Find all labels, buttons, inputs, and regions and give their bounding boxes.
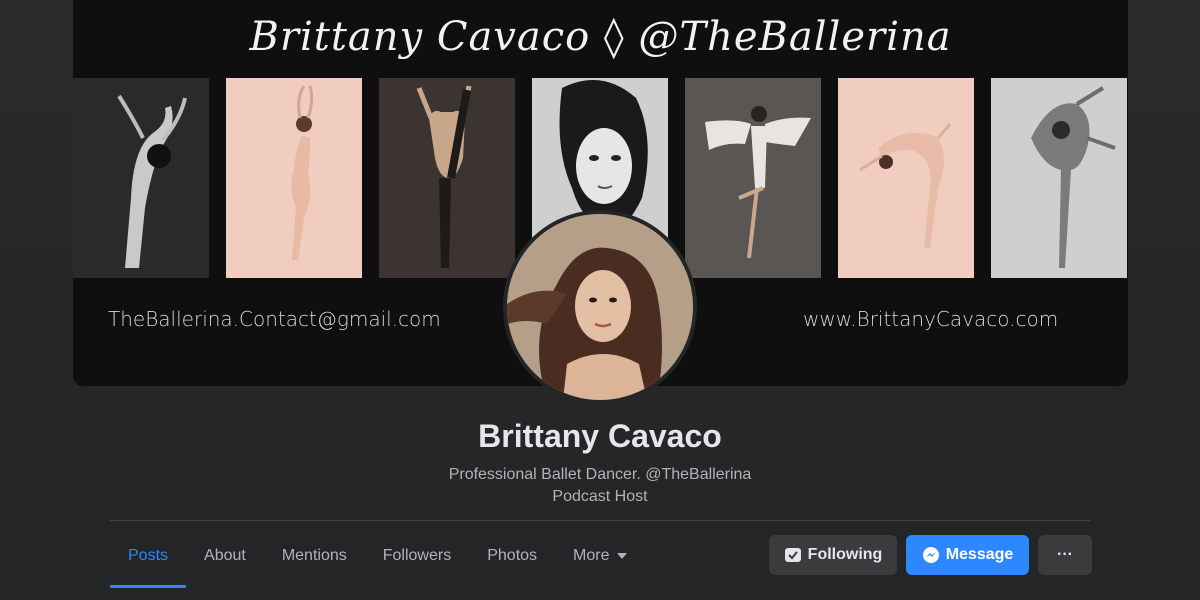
bio-line-2: Podcast Host bbox=[552, 488, 648, 505]
chevron-down-icon bbox=[617, 553, 628, 559]
divider bbox=[110, 520, 1090, 521]
profile-picture bbox=[507, 214, 693, 400]
tab-posts[interactable]: Posts bbox=[110, 530, 187, 588]
tab-about[interactable]: About bbox=[186, 530, 264, 582]
tab-mentions-label: Mentions bbox=[281, 547, 347, 564]
cover-dancer-photo-7 bbox=[991, 78, 1127, 278]
more-options-button[interactable]: ··· bbox=[1038, 535, 1092, 575]
cover-dancer-photo-1 bbox=[73, 78, 209, 278]
following-check-icon bbox=[784, 546, 802, 564]
cover-dancer-photo-5 bbox=[685, 78, 821, 278]
messenger-icon bbox=[922, 546, 940, 564]
cover-dancer-photo-2 bbox=[226, 78, 362, 278]
tab-more[interactable]: More bbox=[555, 530, 645, 582]
profile-tabs: Posts About Mentions Followers Photos Mo… bbox=[110, 530, 645, 590]
following-button[interactable]: Following bbox=[769, 535, 897, 575]
profile-avatar[interactable] bbox=[503, 210, 697, 404]
tab-more-label: More bbox=[573, 547, 610, 564]
cover-title: Brittany Cavaco ◊ @TheBallerina bbox=[249, 14, 952, 60]
bio-line-1: Professional Ballet Dancer. @TheBallerin… bbox=[448, 466, 752, 483]
profile-bio: Professional Ballet Dancer. @TheBallerin… bbox=[0, 464, 1200, 508]
cover-dancer-photo-3 bbox=[379, 78, 515, 278]
tab-about-label: About bbox=[204, 547, 246, 564]
profile-name: Brittany Cavaco bbox=[478, 418, 722, 454]
tab-followers-label: Followers bbox=[382, 547, 452, 564]
cover-website-text: www.BrittanyCavaco.com bbox=[803, 307, 1059, 331]
tab-followers[interactable]: Followers bbox=[365, 530, 469, 582]
cover-dancer-photo-6 bbox=[838, 78, 974, 278]
more-options-icon: ··· bbox=[1057, 546, 1073, 563]
tab-photos[interactable]: Photos bbox=[469, 530, 555, 582]
cover-email-text: TheBallerina.Contact@gmail.com bbox=[108, 307, 441, 331]
tab-mentions[interactable]: Mentions bbox=[264, 530, 365, 582]
message-label: Message bbox=[945, 546, 1014, 563]
tab-photos-label: Photos bbox=[487, 547, 538, 564]
following-label: Following bbox=[807, 546, 883, 563]
message-button[interactable]: Message bbox=[906, 535, 1029, 575]
tab-posts-label: Posts bbox=[128, 547, 169, 564]
